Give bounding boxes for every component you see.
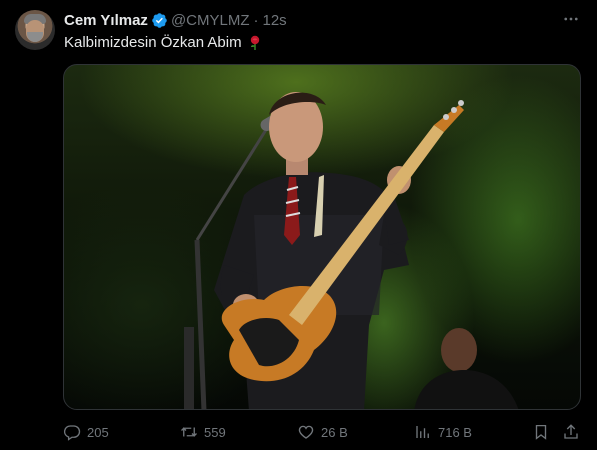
verified-badge-icon[interactable] <box>151 12 168 29</box>
repost-button[interactable]: 559 <box>180 420 226 444</box>
author-display-name[interactable]: Cem Yılmaz <box>64 12 148 29</box>
share-button[interactable] <box>562 420 580 444</box>
like-count: 26 B <box>321 424 348 440</box>
author-handle[interactable]: @CMYLMZ <box>171 12 250 29</box>
tweet-header: Cem Yılmaz @CMYLMZ · 12s <box>64 11 287 29</box>
heart-icon <box>298 425 314 439</box>
concert-photo <box>184 92 519 409</box>
tweet[interactable]: Cem Yılmaz @CMYLMZ · 12s Kalbimizdesin Ö… <box>0 0 597 450</box>
avatar-beard <box>27 32 43 42</box>
views-count: 716 B <box>438 424 472 440</box>
bookmark-icon <box>535 424 547 440</box>
share-icon <box>564 424 578 439</box>
reply-icon <box>63 425 81 441</box>
author-avatar[interactable] <box>15 10 55 50</box>
bookmark-button[interactable] <box>532 420 550 444</box>
tweet-timestamp[interactable]: 12s <box>263 12 287 29</box>
like-button[interactable]: 26 B <box>297 420 348 444</box>
header-separator: · <box>253 11 259 29</box>
views-chart-icon <box>416 426 429 438</box>
tweet-text: Kalbimizdesin Özkan Abim <box>64 33 262 53</box>
tweet-photo[interactable] <box>63 64 581 410</box>
repost-count: 559 <box>204 424 226 440</box>
reply-button[interactable]: 205 <box>63 420 109 444</box>
more-options-icon[interactable] <box>561 9 581 29</box>
reply-count: 205 <box>87 424 109 440</box>
views-button[interactable]: 716 B <box>414 420 472 444</box>
rose-icon <box>248 35 262 51</box>
tweet-text-content: Kalbimizdesin Özkan Abim <box>64 34 242 51</box>
repost-icon <box>181 427 197 437</box>
action-bar: 205 559 26 B 716 B <box>0 420 597 444</box>
